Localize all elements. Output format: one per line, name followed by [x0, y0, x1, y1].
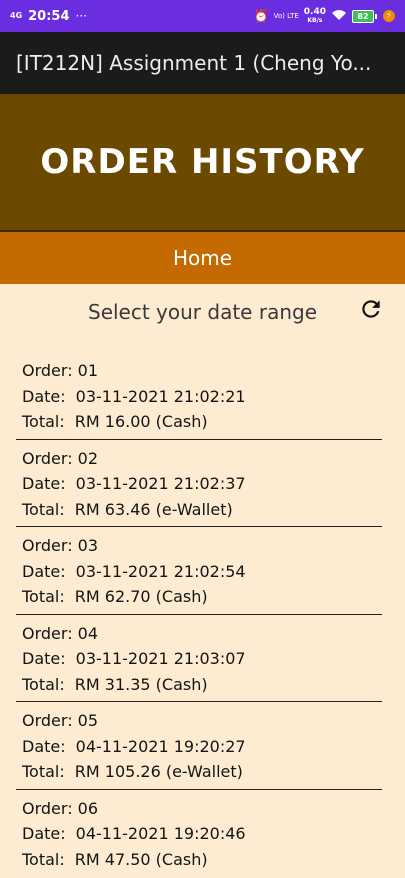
- wifi-icon: [331, 9, 347, 24]
- order-date: 03-11-2021 21:02:21: [75, 386, 246, 406]
- date-range-selector[interactable]: Select your date range: [0, 290, 405, 334]
- total-label: Total:: [22, 587, 65, 606]
- total-label: Total:: [22, 674, 65, 694]
- order-date: 03-11-2021 21:02:54: [75, 561, 246, 581]
- order-item[interactable]: Order: 01 Date: 03-11-2021 21:02:21 Total…: [16, 352, 382, 440]
- volte-indicator: Vo) LTE: [273, 11, 299, 20]
- order-number: 04: [77, 623, 99, 643]
- order-number: 05: [77, 711, 99, 730]
- page-title: ORDER HISTORY: [40, 142, 365, 182]
- date-label: Date:: [22, 649, 66, 668]
- order-item[interactable]: Order: 06 Date: 04-11-2021 19:20:46 Total…: [16, 790, 382, 877]
- order-number: 01: [77, 361, 99, 380]
- network-speed-value: 0.40: [303, 6, 326, 17]
- clock: 20:54: [28, 8, 70, 24]
- date-label: Date:: [22, 561, 66, 581]
- date-range-label: Select your date range: [88, 300, 317, 324]
- network-indicator: 4G: [10, 11, 23, 20]
- order-date: 04-11-2021 19:20:27: [75, 736, 246, 756]
- order-total: RM 105.26 (e-Wallet): [74, 762, 243, 781]
- date-label: Date:: [22, 824, 66, 843]
- order-label: Order:: [22, 798, 73, 818]
- home-label: Home: [172, 246, 233, 270]
- order-date: 04-11-2021 19:20:46: [75, 824, 246, 843]
- date-label: Date:: [22, 474, 66, 493]
- alarm-icon: ⏰: [253, 9, 269, 23]
- order-number: 03: [77, 536, 99, 555]
- total-label: Total:: [22, 762, 65, 781]
- order-total: RM 31.35 (Cash): [74, 674, 208, 694]
- order-label: Order:: [22, 711, 73, 730]
- total-label: Total:: [22, 499, 65, 519]
- order-item[interactable]: Order: 03 Date: 03-11-2021 21:02:54 Total…: [16, 527, 382, 615]
- order-label: Order:: [22, 536, 73, 555]
- order-total: RM 62.70 (Cash): [74, 587, 208, 606]
- home-nav-button[interactable]: Home: [0, 232, 405, 284]
- status-right: ⏰ Vo) LTE 0.40 KB/s 82 ⚡: [253, 6, 395, 25]
- order-item[interactable]: Order: 04 Date: 03-11-2021 21:03:07 Total…: [16, 615, 382, 702]
- order-number: 02: [77, 448, 99, 468]
- hero-banner: ORDER HISTORY: [0, 94, 405, 232]
- network-speed: 0.40 KB/s: [303, 6, 326, 25]
- app-bar: [IT212N] Assignment 1 (Cheng Yo...: [0, 32, 405, 94]
- refresh-icon[interactable]: [358, 296, 384, 322]
- app-title: [IT212N] Assignment 1 (Cheng Yo...: [16, 51, 372, 75]
- order-label: Order:: [22, 361, 73, 380]
- notification-dots: ···: [75, 9, 87, 23]
- total-label: Total:: [22, 412, 65, 431]
- network-speed-unit: KB/s: [307, 16, 323, 24]
- charging-icon: ⚡: [383, 10, 395, 22]
- order-date: 03-11-2021 21:03:07: [75, 649, 246, 668]
- order-item[interactable]: Order: 02 Date: 03-11-2021 21:02:37 Total…: [16, 440, 382, 527]
- status-left: 4G 20:54 ···: [10, 9, 87, 24]
- order-label: Order:: [22, 623, 73, 643]
- order-total: RM 63.46 (e-Wallet): [74, 499, 233, 519]
- battery-icon: 82: [352, 9, 377, 23]
- order-date: 03-11-2021 21:02:37: [75, 474, 246, 493]
- status-bar: 4G 20:54 ··· ⏰ Vo) LTE 0.40 KB/s 82 ⚡: [0, 0, 405, 32]
- total-label: Total:: [22, 849, 65, 869]
- date-label: Date:: [22, 386, 66, 406]
- order-total: RM 47.50 (Cash): [74, 849, 208, 869]
- order-item[interactable]: Order: 05 Date: 04-11-2021 19:20:27 Total…: [16, 702, 382, 790]
- order-label: Order:: [22, 448, 73, 468]
- order-number: 06: [77, 798, 99, 818]
- order-list: Order: 01 Date: 03-11-2021 21:02:21 Total…: [16, 352, 382, 876]
- order-total: RM 16.00 (Cash): [74, 412, 208, 431]
- date-label: Date:: [22, 736, 66, 756]
